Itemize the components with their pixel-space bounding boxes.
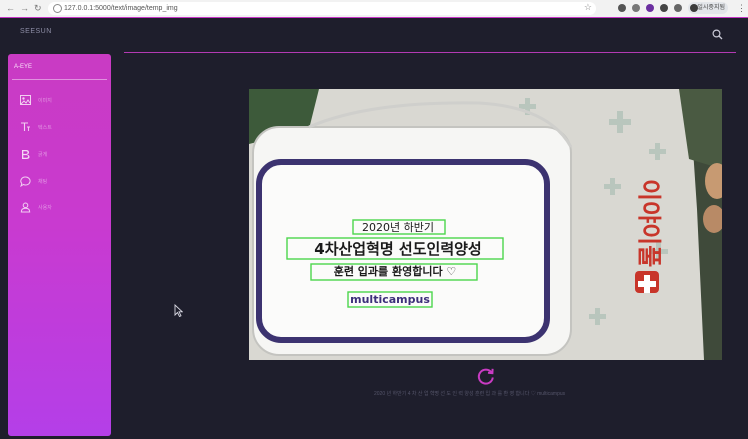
sidebar-item-bold[interactable]: 굵게 <box>20 149 100 161</box>
address-bar[interactable]: 127.0.0.1:5000/text/image/temp_img ☆ <box>48 2 596 15</box>
extension-icon[interactable] <box>632 4 640 12</box>
text-icon <box>21 122 30 131</box>
ocr-result-text: 2020 년 하반기 4 차 산 업 혁명 선 도 인 력 양성 훈련 입 과 … <box>374 391 566 397</box>
extension-icon[interactable] <box>660 4 668 12</box>
sidebar-item-label: 굵게 <box>38 152 48 158</box>
user-icon <box>20 202 31 213</box>
menu-icon[interactable]: ⋮ <box>737 3 746 13</box>
top-accent-line <box>0 17 748 18</box>
image-icon <box>20 95 31 105</box>
ocr-line: multicampus <box>350 293 430 306</box>
profile-button[interactable]: 일시중지됨 <box>688 2 728 14</box>
search-icon[interactable] <box>712 27 723 45</box>
extension-icon[interactable] <box>646 4 654 12</box>
site-info-icon[interactable] <box>53 4 62 13</box>
sidebar-item-label: 사용자 <box>38 205 52 211</box>
sidebar-divider <box>12 79 107 80</box>
ocr-line: 훈련 입과를 환영합니다 ♡ <box>334 264 457 278</box>
back-icon[interactable]: ← <box>6 3 15 14</box>
sidebar-item-chat[interactable]: 채팅 <box>20 176 100 188</box>
extensions-puzzle-icon[interactable] <box>674 4 682 12</box>
svg-text:이야이풀: 이야이풀 <box>635 179 663 267</box>
bold-icon <box>22 150 30 159</box>
ocr-result-image: 이야이풀 2020년 하반기 4차산업혁명 선도인력양성 훈련 입과를 환영합니… <box>249 89 722 360</box>
sidebar-item-label: 이미지 <box>38 98 52 104</box>
package-brand: 이야이풀 <box>635 179 663 267</box>
reload-button[interactable] <box>476 366 496 391</box>
sidebar-item-label: 텍스트 <box>38 125 52 131</box>
profile-label: 일시중지됨 <box>697 5 725 11</box>
sidebar-item-label: 채팅 <box>38 179 48 185</box>
mouse-cursor-icon <box>174 303 184 322</box>
sidebar-item-image[interactable]: 이미지 <box>20 95 100 107</box>
browser-toolbar: ← → ↻ 127.0.0.1:5000/text/image/temp_img… <box>0 0 748 18</box>
refresh-icon <box>477 368 494 385</box>
sidebar-title: A-EYE <box>14 64 33 70</box>
chat-icon <box>20 176 31 187</box>
bookmark-star-icon[interactable]: ☆ <box>584 2 592 13</box>
app-brand[interactable]: SEESUN <box>20 28 52 35</box>
sidebar-item-text[interactable]: 텍스트 <box>20 122 100 134</box>
header-divider <box>124 52 736 53</box>
ocr-line: 4차산업혁명 선도인력양성 <box>314 240 481 258</box>
ocr-line: 2020년 하반기 <box>362 220 434 234</box>
forward-icon[interactable]: → <box>20 3 29 14</box>
url-text: 127.0.0.1:5000/text/image/temp_img <box>64 5 178 12</box>
avatar <box>690 4 698 12</box>
extension-icon[interactable] <box>618 4 626 12</box>
sidebar: A-EYE 이미지 텍스트 굵게 채팅 사용자 <box>8 54 111 436</box>
sidebar-item-user[interactable]: 사용자 <box>20 202 100 214</box>
refresh-icon[interactable]: ↻ <box>34 3 42 14</box>
